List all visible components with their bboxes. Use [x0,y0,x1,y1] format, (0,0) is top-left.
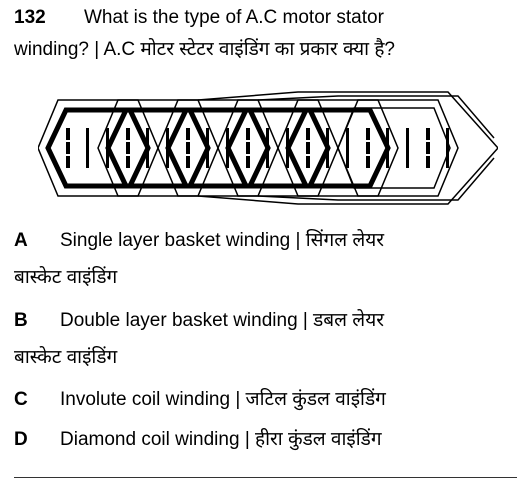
option-text: Involute coil winding | जटिल कुंडल वाइंड… [60,389,386,410]
option-c[interactable]: C Involute coil winding | जटिल कुंडल वाइं… [14,388,386,412]
option-a-continuation: बास्केट वाइंडिंग [14,267,118,288]
stator-winding-diagram-icon [38,91,498,205]
option-text: Diamond coil winding | हीरा कुंडल वाइंडि… [60,429,382,450]
option-b-continuation: बास्केट वाइंडिंग [14,347,118,368]
question-text-line-2: winding? | A.C मोटर स्टेटर वाइंडिंग का प… [14,39,395,60]
divider [14,477,517,478]
question-line-1: 132 What is the type of A.C motor stator [14,6,384,30]
option-text: Single layer basket winding | सिंगल लेयर [60,230,385,251]
option-letter: C [14,389,28,410]
question-text-line-1: What is the type of A.C motor stator [84,7,384,28]
option-letter: D [14,429,28,450]
option-a[interactable]: A Single layer basket winding | सिंगल लेय… [14,229,384,253]
option-letter: B [14,310,28,331]
option-text: Double layer basket winding | डबल लेयर [60,310,384,331]
option-letter: A [14,230,28,251]
option-b[interactable]: B Double layer basket winding | डबल लेयर [14,309,384,333]
option-d[interactable]: D Diamond coil winding | हीरा कुंडल वाइंड… [14,428,382,452]
question-number: 132 [14,7,46,28]
